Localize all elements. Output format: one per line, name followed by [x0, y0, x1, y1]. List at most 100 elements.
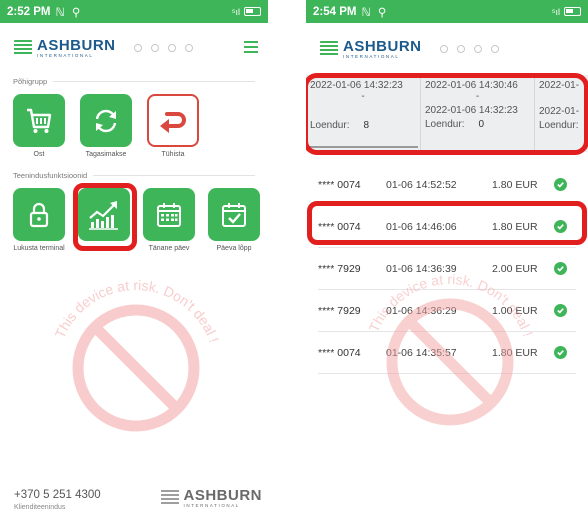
footer-brand-tagline: INTERNATIONAL	[183, 502, 240, 508]
app-header: ASHBURN INTERNATIONAL	[306, 23, 588, 75]
section-label-main: Põhigrupp	[0, 77, 268, 86]
shift-separator: -	[475, 91, 480, 102]
counter-label: Loendur:	[310, 120, 350, 131]
tile-label: Lukusta terminal	[13, 245, 65, 253]
lock-icon	[29, 202, 49, 227]
tile-end-of-day[interactable]: Päeva lõpp	[208, 188, 260, 253]
transaction-amount: 1.80 EUR	[492, 346, 538, 359]
shift-separator	[539, 91, 588, 103]
tile-label: Ost	[33, 151, 45, 158]
counter-label: Loendur:	[539, 120, 579, 131]
brand-tagline: INTERNATIONAL	[37, 52, 94, 58]
transaction-amount: 1.80 EUR	[492, 178, 538, 191]
refund-icon	[95, 109, 117, 132]
counter-value: 8	[363, 120, 370, 131]
shift-start: 2022-01-06 14:30:46	[425, 80, 518, 91]
main-group-tiles: Ost Tagasimakse Tühista	[0, 94, 268, 159]
shift-card[interactable]: 2022-01-06 14:32:23 - Loendur: 8	[306, 75, 420, 152]
brand-tagline: INTERNATIONAL	[343, 53, 400, 59]
tile-label: Tänane päev	[148, 245, 190, 253]
watermark-text: This device at risk. Don't deal !	[52, 277, 223, 345]
page-indicator	[439, 45, 499, 53]
transaction-row[interactable]: **** 0074 01-06 14:46:06 1.80 EUR	[318, 206, 576, 248]
svg-text:This device at risk. Don't dea: This device at risk. Don't deal !	[52, 277, 223, 345]
shift-card[interactable]: 2022-01- 2022-01- Loendur:	[534, 75, 588, 152]
tile-cancel[interactable]: Tühista	[147, 94, 199, 159]
brand-name: ASHBURN	[343, 37, 422, 55]
notification-icons: ℕ ⚲	[361, 6, 389, 19]
tile-label: Päeva lõpp	[216, 245, 252, 253]
selected-indicator	[308, 146, 418, 148]
tile-refund[interactable]: Tagasimakse	[80, 94, 132, 159]
status-bar: 2:52 PM ℕ ⚲ ⁵ıl	[0, 0, 268, 23]
tile-label: Tühista	[161, 151, 185, 158]
transaction-row[interactable]: **** 0074 01-06 14:35:57 1.80 EUR	[318, 332, 576, 374]
tile-today[interactable]: Tänane päev	[143, 188, 195, 253]
transaction-amount: 2.00 EUR	[492, 262, 538, 275]
transaction-list: **** 0074 01-06 14:52:52 1.80 EUR **** 0…	[306, 164, 588, 374]
page-dot	[473, 45, 482, 53]
app-header: ASHBURN INTERNATIONAL	[0, 23, 268, 73]
tile-purchase[interactable]: Ost	[13, 94, 65, 159]
transaction-row[interactable]: **** 7929 01-06 14:36:39 2.00 EUR	[318, 248, 576, 290]
signal-icon: ⁵ıl	[231, 6, 240, 17]
tile-lock-terminal[interactable]: Lukusta terminal	[13, 188, 65, 253]
chart-icon	[89, 200, 118, 230]
support-phone[interactable]: +370 5 251 4300	[14, 489, 101, 501]
shift-end: 2022-01-06 14:32:23	[425, 105, 518, 116]
main-menu-screen: 2:52 PM ℕ ⚲ ⁵ıl ASHBURN INTERNATIONAL Põ…	[0, 0, 268, 521]
shift-separator: -	[361, 91, 365, 102]
notification-icons: ℕ ⚲	[55, 6, 83, 19]
transaction-row[interactable]: **** 7929 01-06 14:36:29 1.00 EUR	[318, 290, 576, 332]
page-dot	[133, 44, 142, 52]
card-number: **** 7929	[318, 262, 361, 275]
cart-icon	[27, 108, 52, 133]
footer-brand-name: ASHBURN	[183, 486, 262, 504]
transaction-amount: 1.80 EUR	[492, 220, 538, 233]
battery-icon	[564, 7, 581, 16]
shift-start: 2022-01-06 14:32:23	[310, 80, 403, 91]
tile-reports[interactable]	[78, 188, 130, 253]
logo-mark-icon	[160, 490, 179, 506]
logo-mark-icon	[14, 40, 32, 56]
page-indicator	[133, 44, 193, 52]
support-contact: +370 5 251 4300 Klienditeenindus	[14, 489, 101, 511]
page-dot	[150, 44, 159, 52]
success-check-icon	[554, 346, 567, 359]
calendar-check-icon	[222, 202, 246, 227]
success-check-icon	[554, 178, 567, 191]
page-dot	[456, 45, 465, 53]
service-tiles: Lukusta terminal Tänane päev Päeva lõpp	[0, 188, 268, 253]
counter-value: 0	[478, 119, 485, 130]
shift-strip[interactable]: 2022-01-06 14:32:23 - Loendur: 8 2022-01…	[306, 75, 588, 152]
status-time: 2:54 PM	[313, 5, 357, 18]
transaction-row[interactable]: **** 0074 01-06 14:52:52 1.80 EUR	[318, 164, 576, 206]
transaction-datetime: 01-06 14:52:52	[386, 178, 457, 191]
brand-logo: ASHBURN INTERNATIONAL	[320, 39, 422, 60]
card-number: **** 0074	[318, 346, 361, 359]
status-bar: 2:54 PM ℕ ⚲ ⁵ıl	[306, 0, 588, 23]
transaction-datetime: 01-06 14:46:06	[386, 220, 457, 233]
page-dot	[184, 44, 193, 52]
logo-mark-icon	[320, 41, 338, 57]
support-label: Klienditeenindus	[14, 504, 66, 511]
shift-card[interactable]: 2022-01-06 14:30:46 - 2022-01-06 14:32:2…	[420, 75, 534, 152]
cancel-icon	[160, 111, 186, 133]
page-dot	[167, 44, 176, 52]
success-check-icon	[554, 304, 567, 317]
counter-label: Loendur:	[425, 119, 465, 130]
transactions-screen: 2:54 PM ℕ ⚲ ⁵ıl ASHBURN INTERNATIONAL 20…	[306, 0, 588, 521]
brand-name: ASHBURN	[37, 36, 116, 54]
card-number: **** 7929	[318, 304, 361, 317]
warning-watermark: This device at risk. Don't deal !	[52, 277, 223, 432]
transaction-datetime: 01-06 14:36:29	[386, 304, 457, 317]
shift-end: 2022-01-	[539, 106, 580, 117]
hamburger-menu-icon[interactable]	[244, 41, 258, 53]
success-check-icon	[554, 220, 567, 233]
footer-logo: ASHBURN INTERNATIONAL	[160, 486, 263, 509]
success-check-icon	[554, 262, 567, 275]
tile-label: Tagasimakse	[85, 151, 127, 158]
page-dot	[439, 45, 448, 53]
signal-icon: ⁵ıl	[551, 6, 560, 17]
transaction-amount: 1.00 EUR	[492, 304, 538, 317]
